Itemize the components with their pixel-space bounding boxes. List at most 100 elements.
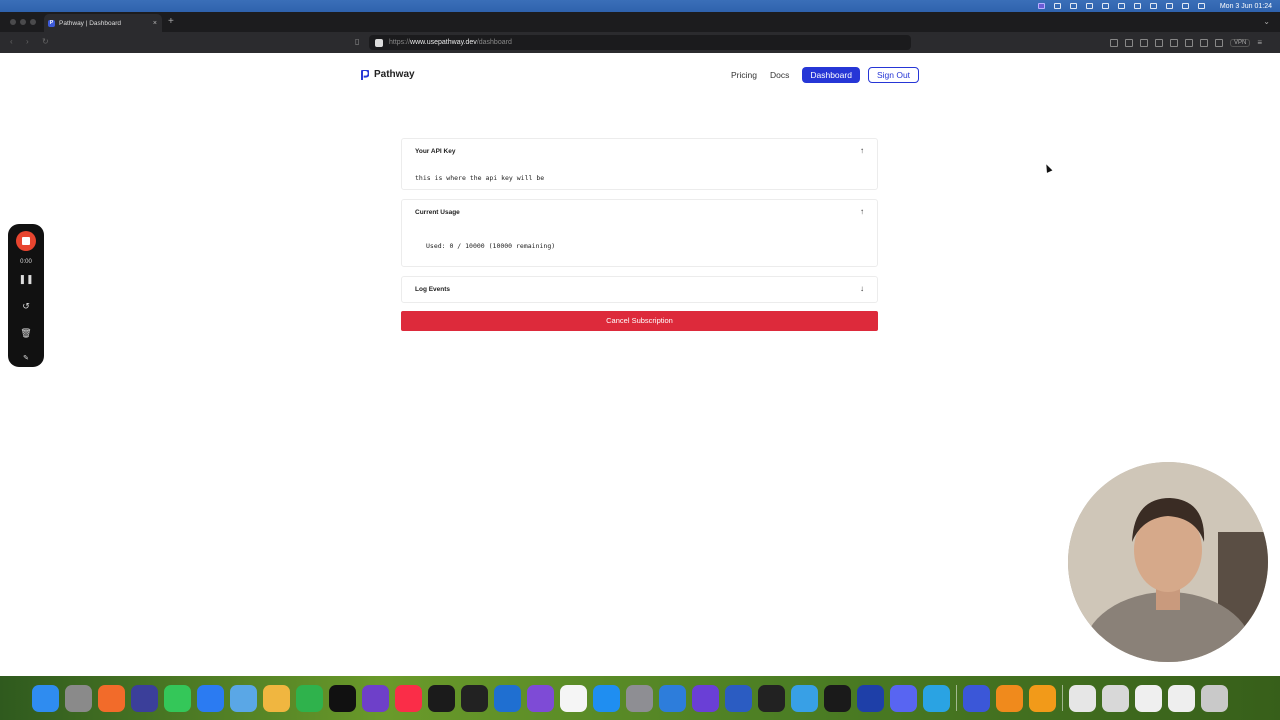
apple-tv-icon[interactable]	[329, 684, 356, 712]
menu-bar-tray: Mon 3 Jun 01:24	[1037, 3, 1280, 10]
url-path: /dashboard	[476, 39, 512, 46]
capcut-icon[interactable]	[824, 684, 851, 712]
extension-icon[interactable]	[1155, 38, 1163, 47]
pause-icon[interactable]: ❚❚	[8, 274, 44, 285]
preview-icon[interactable]	[230, 684, 257, 712]
launchpad-icon[interactable]	[65, 684, 92, 712]
screenshot-icon[interactable]	[1168, 684, 1195, 712]
search-icon[interactable]	[1181, 3, 1189, 9]
window-minimize-button[interactable]	[20, 19, 26, 25]
collapse-arrow-up-icon[interactable]: ↑	[860, 146, 864, 155]
github-desktop-icon[interactable]	[362, 684, 389, 712]
wifi-icon[interactable]	[1165, 3, 1173, 9]
discord-icon[interactable]	[890, 684, 917, 712]
word-icon[interactable]	[725, 684, 752, 712]
extension-icon[interactable]	[1110, 38, 1118, 47]
pycharm-icon[interactable]	[428, 684, 455, 712]
url-host: www.usepathway.dev	[410, 39, 477, 46]
back-icon[interactable]: ‹	[10, 37, 13, 46]
notion-icon[interactable]	[560, 684, 587, 712]
log-events-card[interactable]: Log Events ↓	[401, 276, 878, 303]
brand-logo[interactable]: Pathway	[360, 69, 415, 80]
extension-icon[interactable]	[1185, 38, 1193, 47]
vpn-button[interactable]: VPN	[1230, 38, 1251, 47]
vscode-icon[interactable]	[494, 684, 521, 712]
extension-icon[interactable]	[1140, 38, 1148, 47]
log-events-title[interactable]: Log Events	[415, 286, 450, 293]
current-usage-title[interactable]: Current Usage	[415, 209, 460, 216]
menu-icon[interactable]: ≡	[1257, 38, 1262, 47]
api-key-card: Your API Key ↑ this is where the api key…	[401, 138, 878, 190]
wallet-icon[interactable]	[1215, 38, 1223, 47]
obsidian-icon[interactable]	[692, 684, 719, 712]
pen-icon[interactable]: ✎	[8, 354, 44, 362]
brand-name: Pathway	[374, 69, 415, 80]
status-app-icon[interactable]	[1037, 3, 1045, 9]
extension-icon[interactable]	[1170, 38, 1178, 47]
brave-icon[interactable]	[98, 684, 125, 712]
tab-title: Pathway | Dashboard	[59, 19, 122, 27]
trash-icon[interactable]	[1201, 684, 1228, 712]
status-app-icon[interactable]	[1069, 3, 1077, 9]
photos-icon[interactable]	[263, 684, 290, 712]
new-tab-icon[interactable]: +	[168, 16, 174, 27]
app-tool-icon[interactable]	[857, 684, 884, 712]
reload-icon[interactable]: ↻	[42, 37, 49, 46]
mail-icon[interactable]	[197, 684, 224, 712]
forward-icon[interactable]: ›	[26, 37, 29, 46]
messages-icon[interactable]	[164, 684, 191, 712]
affinity-icon[interactable]	[131, 684, 158, 712]
pathway-logo-icon	[361, 69, 369, 80]
browser-tab-bar: P Pathway | Dashboard × + ⌄	[0, 12, 1280, 32]
control-center-icon[interactable]	[1197, 3, 1205, 9]
finder-icon[interactable]	[32, 684, 59, 712]
xcode-icon[interactable]	[659, 684, 686, 712]
pages-icon[interactable]	[1029, 684, 1056, 712]
api-key-title[interactable]: Your API Key	[415, 148, 455, 155]
browser-tab[interactable]: P Pathway | Dashboard ×	[44, 14, 162, 32]
sidebar-icon[interactable]	[1200, 38, 1208, 47]
trash-icon[interactable]: 🗑	[8, 328, 44, 339]
app-store-icon[interactable]	[593, 684, 620, 712]
status-app-icon[interactable]	[1085, 3, 1093, 9]
screen-recorder-widget: 0:00 ❚❚ ↺ 🗑 ✎	[8, 224, 44, 367]
restart-icon[interactable]: ↺	[8, 301, 44, 312]
music-icon[interactable]	[395, 684, 422, 712]
perplexity-icon[interactable]	[963, 684, 990, 712]
extension-icon[interactable]	[1125, 38, 1133, 47]
close-tab-icon[interactable]: ×	[153, 20, 157, 27]
status-app-icon[interactable]	[1101, 3, 1109, 9]
activity-icon[interactable]	[791, 684, 818, 712]
facetime-icon[interactable]	[296, 684, 323, 712]
cancel-subscription-button[interactable]: Cancel Subscription	[401, 311, 878, 331]
dashboard-button[interactable]: Dashboard	[802, 67, 860, 83]
bookmark-icon[interactable]: ▯	[355, 37, 359, 46]
system-settings-icon[interactable]	[626, 684, 653, 712]
window-close-button[interactable]	[10, 19, 16, 25]
tab-list-chevron-icon[interactable]: ⌄	[1263, 17, 1270, 26]
status-app-icon[interactable]	[1053, 3, 1061, 9]
fl-studio-icon[interactable]	[996, 684, 1023, 712]
address-bar[interactable]: https:// www.usepathway.dev /dashboard	[369, 35, 911, 50]
browser-toolbar: ‹ › ↻ ▯ https:// www.usepathway.dev /das…	[0, 32, 1280, 53]
nav-pricing-link[interactable]: Pricing	[731, 70, 757, 80]
visual-studio-icon[interactable]	[527, 684, 554, 712]
document-icon[interactable]	[1102, 684, 1129, 712]
telegram-icon[interactable]	[923, 684, 950, 712]
terminal-icon[interactable]	[758, 684, 785, 712]
sign-out-button[interactable]: Sign Out	[867, 67, 920, 83]
nav-docs-link[interactable]: Docs	[770, 70, 789, 80]
menu-bar-clock[interactable]: Mon 3 Jun 01:24	[1220, 3, 1272, 10]
music-file-icon[interactable]	[1069, 684, 1096, 712]
expand-arrow-down-icon[interactable]: ↓	[860, 284, 864, 293]
recording-timer: 0:00	[20, 259, 32, 265]
status-app-icon[interactable]	[1133, 3, 1141, 9]
document-2-icon[interactable]	[1135, 684, 1162, 712]
battery-icon[interactable]	[1149, 3, 1157, 9]
figma-icon[interactable]	[461, 684, 488, 712]
stop-recording-button[interactable]	[16, 231, 36, 251]
status-app-icon[interactable]	[1117, 3, 1125, 9]
window-zoom-button[interactable]	[30, 19, 36, 25]
collapse-arrow-up-icon[interactable]: ↑	[860, 207, 864, 216]
api-key-value: this is where the api key will be	[415, 174, 545, 182]
